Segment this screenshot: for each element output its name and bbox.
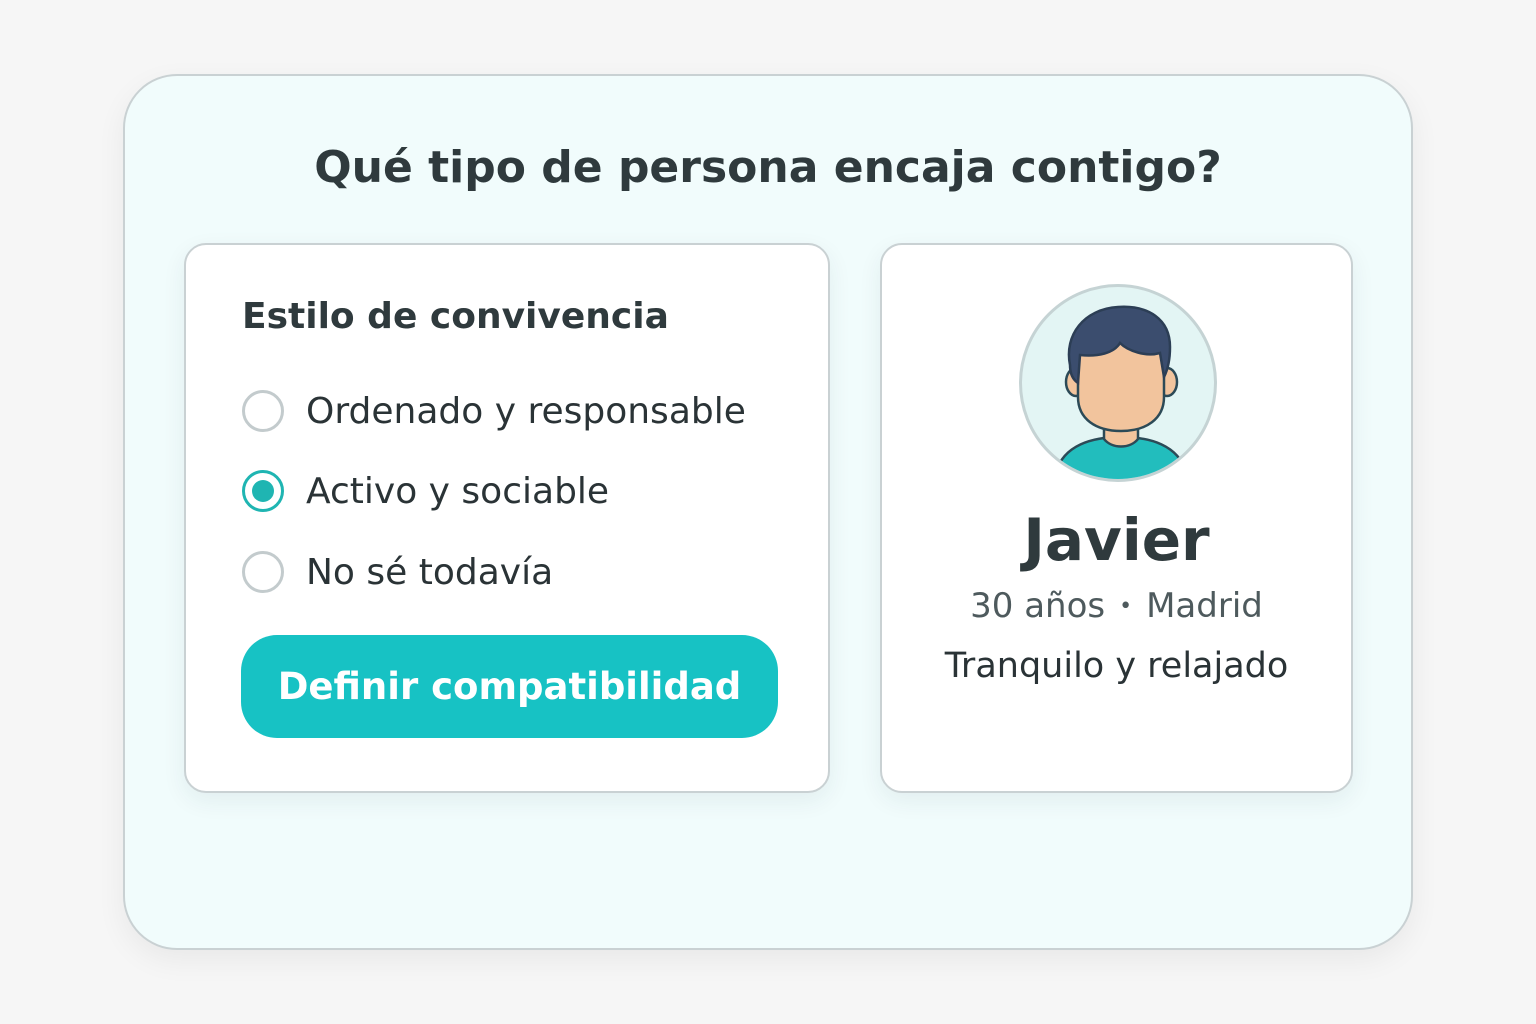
person-avatar-icon: [1019, 284, 1217, 482]
option-activo[interactable]: Activo y sociable: [242, 469, 609, 513]
radio-button[interactable]: [242, 551, 284, 593]
profile-age: 30 años: [970, 586, 1106, 626]
option-label: Ordenado y responsable: [306, 390, 746, 432]
radio-dot: [252, 480, 274, 502]
radio-button-selected[interactable]: [242, 470, 284, 512]
profile-city: Madrid: [1146, 586, 1263, 626]
avatar-illustration: [1054, 305, 1188, 479]
define-compatibility-button[interactable]: Definir compatibilidad: [241, 635, 778, 738]
section-title: Estilo de convivencia: [242, 296, 669, 337]
option-no-se[interactable]: No sé todavía: [242, 550, 553, 594]
profile-meta: 30 años • Madrid: [880, 586, 1353, 626]
radio-button[interactable]: [242, 390, 284, 432]
option-label: Activo y sociable: [306, 470, 610, 512]
profile-name: Javier: [1023, 506, 1210, 574]
profile-trait: Tranquilo y relajado: [944, 646, 1289, 686]
option-label: No sé todavía: [306, 551, 554, 593]
page-title: Qué tipo de persona encaja contigo?: [314, 142, 1222, 193]
option-ordenado[interactable]: Ordenado y responsable: [242, 389, 746, 433]
separator-dot: •: [1119, 593, 1133, 619]
